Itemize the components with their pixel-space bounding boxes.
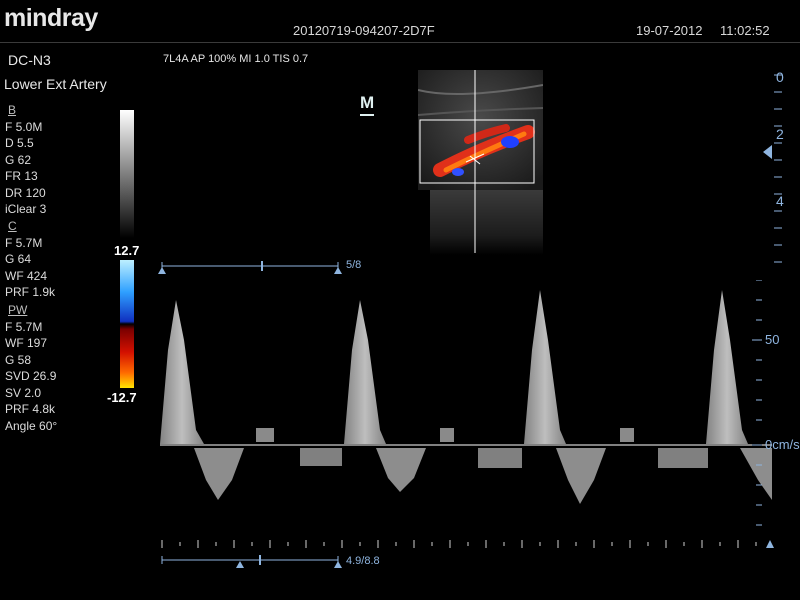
diastolic-flow	[256, 428, 274, 442]
depth-label-2: 2	[776, 126, 784, 142]
c-param: G 64	[5, 252, 32, 266]
pw-param: SVD 26.9	[5, 369, 57, 383]
b-param: G 62	[5, 152, 32, 167]
color-scale-max: 12.7	[114, 243, 140, 258]
pw-param: PRF 4.8k	[5, 402, 56, 416]
timeline-top-label: 5/8	[346, 259, 362, 271]
reverse-flow	[300, 448, 342, 466]
b-param: F 5.0M	[5, 119, 43, 134]
venous-flow-blue-2	[452, 168, 464, 176]
b-mode-title: B	[8, 103, 17, 117]
exam-date: 19-07-2012	[636, 23, 703, 38]
mode-marker-icon: M	[360, 93, 375, 116]
focus-marker-icon[interactable]	[763, 145, 772, 159]
b-param: iClear 3	[5, 202, 47, 216]
b-mode-params: B F 5.0M D 5.5 G 62 FR 13 DR 120 iClear …	[5, 102, 46, 218]
systolic-peak	[344, 300, 386, 444]
pw-param: SV 2.0	[5, 385, 42, 400]
time-ticks	[161, 540, 757, 548]
venous-flow-blue	[501, 136, 519, 148]
header-divider	[0, 42, 800, 43]
systolic-peak	[706, 290, 748, 444]
color-velocity-bar	[120, 260, 134, 388]
b-param: D 5.5	[5, 136, 34, 150]
probe-label: DC-N3	[8, 52, 51, 68]
systolic-peak	[160, 300, 204, 444]
grayscale-bar	[120, 110, 134, 238]
pw-param: WF 197	[5, 336, 48, 350]
reverse-flow	[556, 448, 606, 504]
depth-label-0: 0	[776, 69, 784, 85]
depth-label-4: 4	[776, 193, 784, 209]
acquisition-info: 7L4A AP 100% MI 1.0 TIS 0.7	[163, 53, 309, 65]
spectral-doppler-trace	[160, 290, 772, 504]
speed-arrow-icon[interactable]	[766, 540, 774, 548]
velocity-label-50: 50	[765, 332, 780, 347]
color-mode-title: C	[8, 219, 17, 233]
velocity-ruler	[752, 280, 762, 526]
pw-param: F 5.7M	[5, 319, 43, 334]
velocity-baseline-label: 0cm/s	[765, 437, 800, 452]
c-param: WF 424	[5, 268, 48, 283]
tissue-shadow	[430, 190, 543, 255]
reverse-flow	[194, 448, 244, 500]
exam-time: 11:02:52	[720, 23, 770, 38]
b-param: DR 120	[5, 185, 46, 200]
color-mode-params: C F 5.7M G 64 WF 424 PRF 1.9k	[5, 218, 55, 301]
diastolic-flow	[620, 428, 634, 442]
reverse-flow	[376, 448, 426, 492]
time-ruler	[161, 540, 774, 568]
reverse-flow	[658, 448, 708, 468]
pw-param: G 58	[5, 352, 32, 367]
pw-param: Angle 60°	[5, 418, 58, 433]
timeline-bottom-label: 4.9/8.8	[346, 555, 380, 567]
diastolic-flow	[440, 428, 454, 442]
b-mode-image	[418, 70, 543, 255]
c-param: PRF 1.9k	[5, 285, 56, 299]
study-id: 20120719-094207-2D7F	[293, 23, 435, 38]
c-param: F 5.7M	[5, 235, 43, 250]
exam-preset: Lower Ext Artery	[4, 76, 107, 92]
pw-mode-title: PW	[8, 303, 28, 317]
color-scale-min: -12.7	[107, 390, 137, 405]
depth-ruler	[763, 74, 782, 263]
reverse-flow	[478, 448, 522, 468]
timeline-bottom-slider[interactable]	[161, 555, 342, 568]
pw-mode-params: PW F 5.7M WF 197 G 58 SVD 26.9 SV 2.0 PR…	[5, 302, 57, 434]
systolic-peak	[524, 290, 566, 444]
timeline-top-slider[interactable]	[158, 258, 348, 278]
brand-logo: mindray	[4, 4, 98, 32]
b-param: FR 13	[5, 169, 38, 183]
